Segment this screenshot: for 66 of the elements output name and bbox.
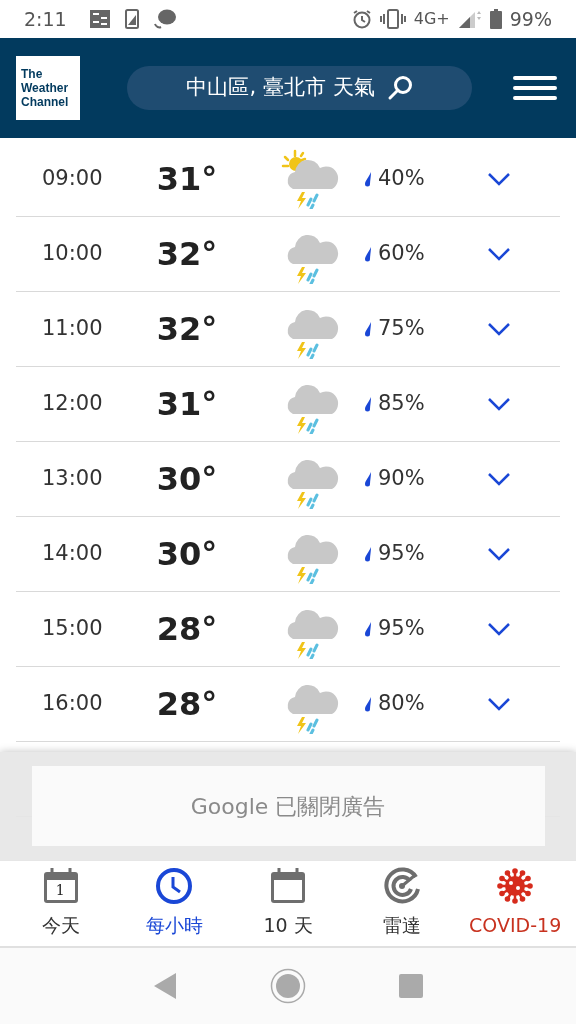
virus-icon bbox=[496, 867, 535, 906]
hour-temperature: 31° bbox=[155, 384, 219, 425]
search-icon bbox=[386, 75, 413, 101]
menu-icon[interactable] bbox=[513, 75, 557, 101]
hour-time: 15:00 bbox=[41, 615, 104, 643]
chevron-down-icon[interactable] bbox=[487, 247, 511, 261]
hour-temperature: 31° bbox=[155, 159, 219, 200]
hour-temperature: 28° bbox=[155, 609, 219, 650]
precip-chance: 60% bbox=[378, 240, 425, 268]
precip-chance: 40% bbox=[378, 165, 425, 193]
alarm-icon bbox=[351, 9, 372, 29]
logo: The Weather Channel bbox=[16, 56, 80, 120]
hour-temperature: 32° bbox=[155, 309, 219, 350]
raindrop-icon bbox=[364, 621, 372, 637]
battery-level: 99% bbox=[509, 6, 552, 32]
hour-time: 09:00 bbox=[41, 165, 104, 193]
nav-tab[interactable]: 1 今天 bbox=[5, 867, 116, 940]
chevron-down-icon[interactable] bbox=[487, 697, 511, 711]
hour-time: 16:00 bbox=[41, 690, 104, 718]
hour-time: 13:00 bbox=[41, 465, 104, 493]
precip-chance: 95% bbox=[378, 615, 425, 643]
hour-temperature: 28° bbox=[155, 684, 219, 725]
raindrop-icon bbox=[364, 246, 372, 262]
ad-closed-notice: Google 已關閉廣告 bbox=[190, 792, 386, 821]
precip-chance: 95% bbox=[378, 540, 425, 568]
nav-tab[interactable]: 雷達 bbox=[346, 867, 457, 940]
raindrop-icon bbox=[364, 696, 372, 712]
hour-temperature: 32° bbox=[155, 234, 219, 275]
hour-time: 11:00 bbox=[41, 315, 104, 343]
network-type: 4G+ bbox=[413, 8, 450, 30]
hour-temperature: 30° bbox=[155, 459, 219, 500]
signal-icon bbox=[457, 9, 482, 29]
status-time: 2:11 bbox=[24, 6, 67, 32]
hour-time: 10:00 bbox=[41, 240, 104, 268]
calendar-day-icon bbox=[41, 867, 80, 906]
hour-temperature: 30° bbox=[155, 534, 219, 575]
precip-chance: 75% bbox=[378, 315, 425, 343]
calendar-day-number: 1 bbox=[55, 882, 65, 899]
phone-icon bbox=[124, 9, 139, 29]
clock-icon bbox=[155, 867, 194, 906]
raindrop-icon bbox=[364, 396, 372, 412]
hour-time: 12:00 bbox=[41, 390, 104, 418]
chat-icon bbox=[152, 8, 177, 30]
raindrop-icon bbox=[364, 171, 372, 187]
precip-chance: 90% bbox=[378, 465, 425, 493]
nav-tab[interactable]: 每小時 bbox=[119, 867, 230, 940]
battery-icon bbox=[489, 9, 502, 29]
chevron-down-icon[interactable] bbox=[487, 472, 511, 486]
chevron-down-icon[interactable] bbox=[487, 322, 511, 336]
nav-tab[interactable]: 10 天 bbox=[233, 867, 343, 940]
raindrop-icon bbox=[364, 321, 372, 337]
raindrop-icon bbox=[364, 471, 372, 487]
precip-chance: 85% bbox=[378, 390, 425, 418]
hour-time: 14:00 bbox=[41, 540, 104, 568]
chevron-down-icon[interactable] bbox=[487, 622, 511, 636]
chevron-down-icon[interactable] bbox=[487, 172, 511, 186]
search-field[interactable]: 中山區, 臺北市 天氣 bbox=[127, 66, 472, 110]
nav-tab[interactable]: COVID-19 bbox=[460, 867, 571, 940]
calendar-icon bbox=[269, 867, 307, 906]
raindrop-icon bbox=[364, 546, 372, 562]
photo-icon bbox=[88, 9, 111, 29]
precip-chance: 80% bbox=[378, 690, 425, 718]
radar-icon bbox=[382, 867, 421, 906]
vibrate-icon bbox=[379, 9, 406, 29]
chevron-down-icon[interactable] bbox=[487, 547, 511, 561]
chevron-down-icon[interactable] bbox=[487, 397, 511, 411]
